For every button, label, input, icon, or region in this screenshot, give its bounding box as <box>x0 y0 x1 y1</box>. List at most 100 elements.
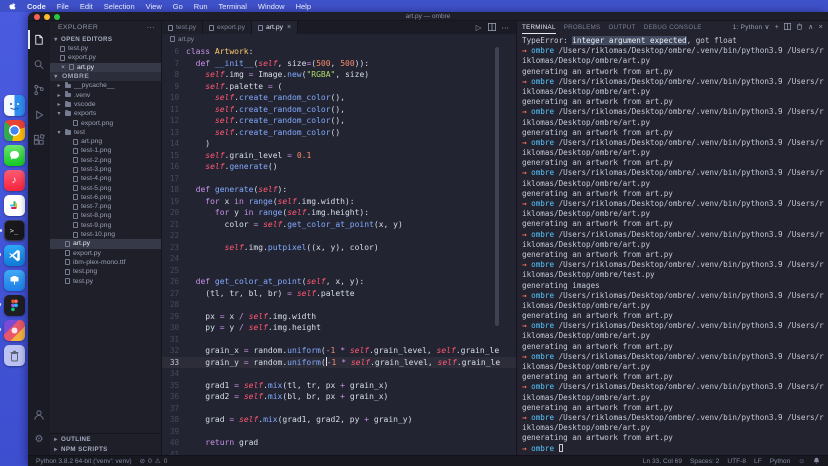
terminal-content[interactable]: TypeError: integer argument expected, go… <box>517 34 828 455</box>
figma-icon[interactable] <box>4 295 25 316</box>
feedback-smiley-icon[interactable]: ☺ <box>798 458 805 465</box>
code-line[interactable]: 37 <box>162 403 516 415</box>
tab-art.py[interactable]: art.py× <box>252 21 298 34</box>
editor-scrollbar[interactable] <box>495 47 499 326</box>
tab-test.py[interactable]: test.py <box>162 21 203 34</box>
code-line[interactable]: 33 grain_y = random.uniform(-1 * self.gr… <box>162 357 516 369</box>
status-item[interactable]: LF <box>754 458 762 465</box>
search-icon[interactable] <box>28 52 50 77</box>
status-item[interactable]: UTF-8 <box>727 458 746 465</box>
code-line[interactable]: 36 grad2 = self.mix(bl, br, px + grain_x… <box>162 391 516 403</box>
code-line[interactable]: 6class Artwork: <box>162 46 516 58</box>
split-terminal-icon[interactable] <box>784 23 791 32</box>
explorer-icon[interactable] <box>28 27 50 52</box>
chrome-icon[interactable] <box>4 120 25 141</box>
code-line[interactable]: 30 py = y / self.img.height <box>162 322 516 334</box>
section-npm-scripts[interactable]: ▸NPM SCRIPTS <box>50 444 161 454</box>
tree-item[interactable]: export.png <box>50 118 161 127</box>
breadcrumb[interactable]: art.py <box>162 34 516 44</box>
code-line[interactable]: 22 <box>162 230 516 242</box>
menu-item-run[interactable]: Run <box>194 2 208 11</box>
tree-item[interactable]: test-4.png <box>50 174 161 183</box>
open-editor-item[interactable]: ×art.py <box>50 63 161 72</box>
terminal-tab-terminal[interactable]: TERMINAL <box>522 21 556 34</box>
code-line[interactable]: 8 self.img = Image.new("RGBA", size) <box>162 69 516 81</box>
run-debug-icon[interactable] <box>28 102 50 127</box>
tree-item[interactable]: test-3.png <box>50 165 161 174</box>
workspace-section[interactable]: ▾OMBRE <box>50 72 161 81</box>
code-line[interactable]: 31 <box>162 334 516 346</box>
terminal-tab-problems[interactable]: PROBLEMS <box>564 21 601 34</box>
keynote-icon[interactable] <box>4 270 25 291</box>
tree-item[interactable]: test-10.png <box>50 230 161 239</box>
section-outline[interactable]: ▸OUTLINE <box>50 434 161 444</box>
code-line[interactable]: 10 self.create_random_color(), <box>162 92 516 104</box>
menu-item-view[interactable]: View <box>146 2 162 11</box>
breadcrumb-file[interactable]: art.py <box>178 36 194 43</box>
code-line[interactable]: 32 grain_x = random.uniform(-1 * self.gr… <box>162 345 516 357</box>
vscode-icon[interactable] <box>4 245 25 266</box>
gear-icon[interactable]: ⚙ <box>28 427 50 452</box>
window-titlebar[interactable]: art.py — ombre <box>28 12 828 21</box>
tree-item[interactable]: test-9.png <box>50 221 161 230</box>
finder-icon[interactable] <box>4 95 25 116</box>
close-panel-icon[interactable]: × <box>819 24 823 31</box>
menu-item-window[interactable]: Window <box>258 2 285 11</box>
menu-item-file[interactable]: File <box>57 2 69 11</box>
tree-item[interactable]: test.py <box>50 276 161 285</box>
code-line[interactable]: 20 for y in range(self.img.height): <box>162 207 516 219</box>
menu-item-selection[interactable]: Selection <box>104 2 135 11</box>
code-line[interactable]: 38 grad = self.mix(grad1, grad2, py + gr… <box>162 414 516 426</box>
slack-icon[interactable] <box>4 195 25 216</box>
code-line[interactable]: 35 grad1 = self.mix(tl, tr, px + grain_x… <box>162 380 516 392</box>
tab-export.py[interactable]: export.py <box>203 21 252 34</box>
music-icon[interactable]: ♪ <box>4 170 25 191</box>
open-editor-item[interactable]: export.py <box>50 53 161 62</box>
open-editor-item[interactable]: test.py <box>50 44 161 53</box>
code-line[interactable]: 21 color = self.get_color_at_point(x, y) <box>162 219 516 231</box>
notifications-bell-icon[interactable] <box>813 457 820 465</box>
code-line[interactable]: 34 <box>162 368 516 380</box>
status-item[interactable]: Ln 33, Col 69 <box>643 458 682 465</box>
new-terminal-icon[interactable]: + <box>775 24 779 31</box>
code-line[interactable]: 18 def generate(self): <box>162 184 516 196</box>
apple-menu-icon[interactable] <box>8 2 16 11</box>
code-line[interactable]: 9 self.palette = ( <box>162 81 516 93</box>
shell-selector[interactable]: 1: Python∨ <box>733 24 770 31</box>
source-control-icon[interactable] <box>28 77 50 102</box>
close-window-button[interactable] <box>34 14 40 20</box>
code-line[interactable]: 27 (tl, tr, bl, br) = self.palette <box>162 288 516 300</box>
photos-icon[interactable] <box>4 320 25 341</box>
code-line[interactable]: 12 self.create_random_color(), <box>162 115 516 127</box>
terminal-tab-output[interactable]: OUTPUT <box>608 21 635 34</box>
more-actions-icon[interactable]: ⋯ <box>502 23 510 32</box>
minimize-window-button[interactable] <box>44 14 50 20</box>
python-interpreter[interactable]: Python 3.8.2 64-bit ('venv': venv) <box>36 458 132 465</box>
tree-item[interactable]: ▸vscode <box>50 100 161 109</box>
maximize-panel-icon[interactable]: ∧ <box>808 24 813 31</box>
open-editors-section[interactable]: ▾OPEN EDITORS <box>50 34 161 44</box>
code-line[interactable]: 26 def get_color_at_point(self, x, y): <box>162 276 516 288</box>
tree-item[interactable]: test-5.png <box>50 183 161 192</box>
code-line[interactable]: 23 self.img.putpixel((x, y), color) <box>162 242 516 254</box>
trash-icon[interactable] <box>4 345 25 366</box>
tree-item[interactable]: test-6.png <box>50 193 161 202</box>
account-icon[interactable] <box>28 402 50 427</box>
tree-item[interactable]: test-8.png <box>50 211 161 220</box>
menu-item-edit[interactable]: Edit <box>80 2 93 11</box>
extensions-icon[interactable] <box>28 127 50 152</box>
explorer-more-actions-icon[interactable]: ⋯ <box>147 23 155 32</box>
code-line[interactable]: 24 <box>162 253 516 265</box>
tree-item[interactable]: test-7.png <box>50 202 161 211</box>
tree-item[interactable]: art.py <box>50 239 161 248</box>
run-file-icon[interactable]: ▷ <box>476 23 482 32</box>
code-line[interactable]: 29 px = x / self.img.width <box>162 311 516 323</box>
tree-item[interactable]: ▸.venv <box>50 90 161 99</box>
tree-item[interactable]: ▸__pycache__ <box>50 81 161 90</box>
code-line[interactable]: 17 <box>162 173 516 185</box>
code-line[interactable]: 41 <box>162 449 516 456</box>
tree-item[interactable]: export.py <box>50 249 161 258</box>
tree-item[interactable]: test.png <box>50 267 161 276</box>
tree-item[interactable]: test-2.png <box>50 156 161 165</box>
tree-item[interactable]: test-1.png <box>50 146 161 155</box>
